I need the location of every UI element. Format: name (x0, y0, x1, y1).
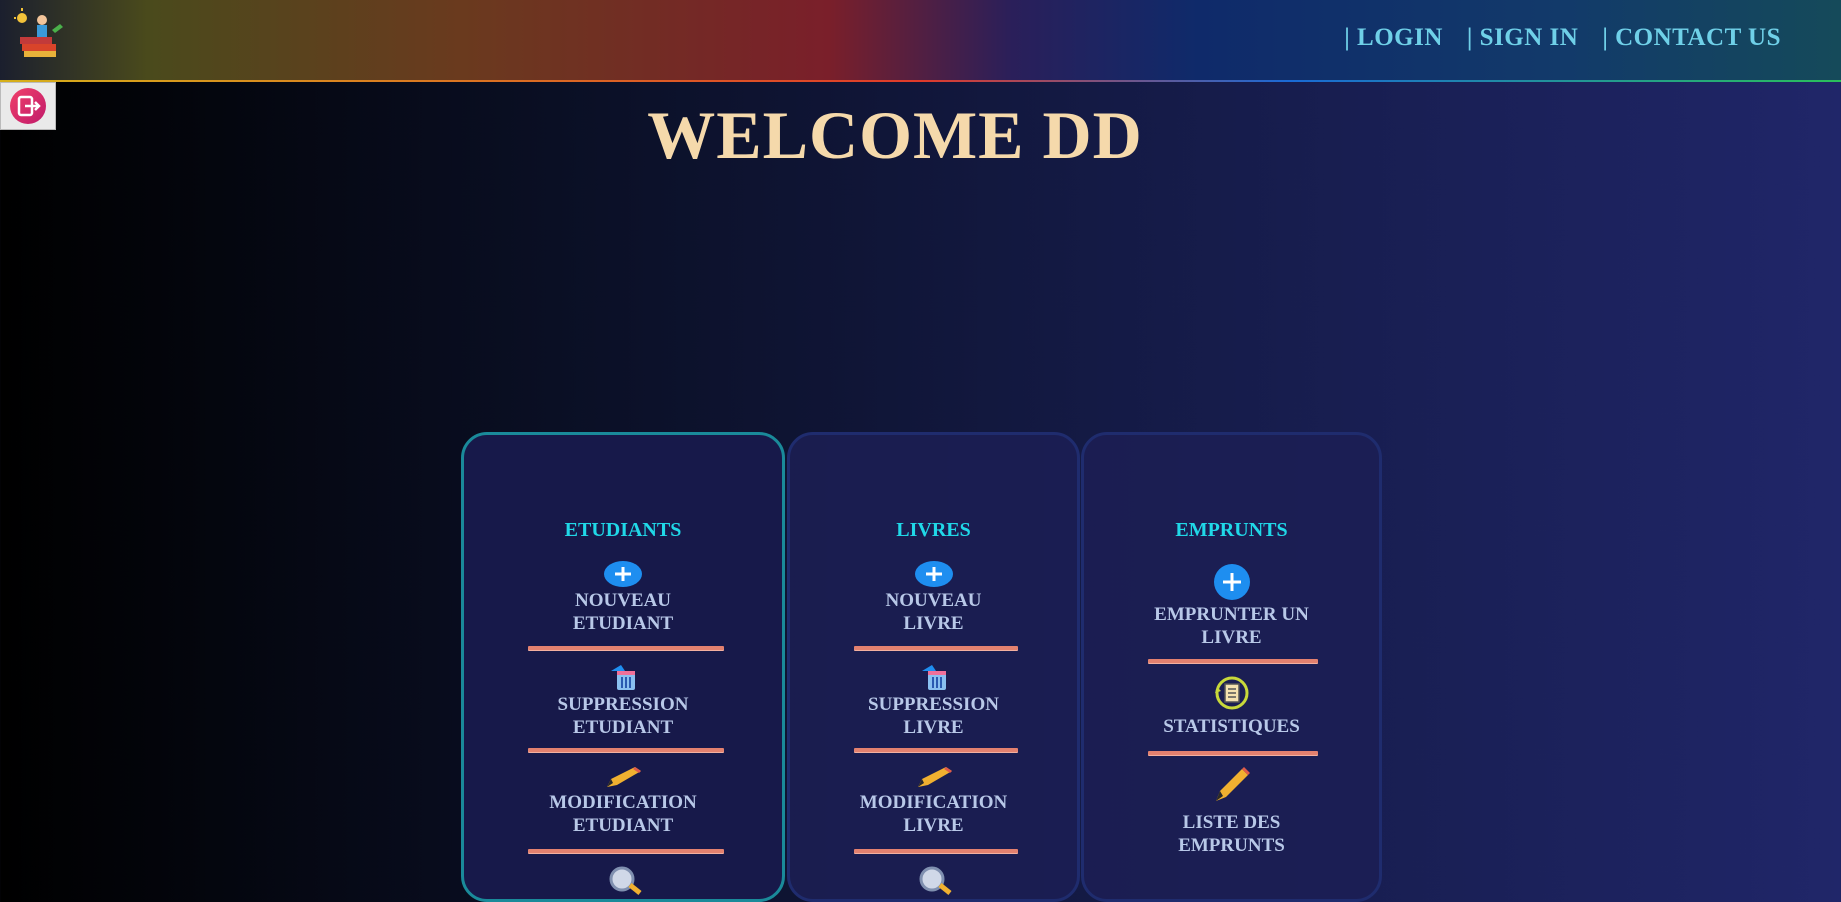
library-logo-icon[interactable] (12, 6, 68, 62)
search-icon[interactable] (918, 865, 954, 895)
edit-book-item[interactable]: MODIFICATION LIVRE (790, 765, 1077, 837)
nav-contact-us-link[interactable]: | CONTACT US (1602, 24, 1781, 52)
search-icon[interactable] (608, 865, 644, 895)
pencil-icon (917, 767, 952, 787)
item-label: SUPPRESSION ETUDIANT (557, 694, 689, 738)
card-title: ETUDIANTS (564, 519, 682, 541)
welcome-heading: WELCOME DD (647, 97, 1143, 173)
new-student-item[interactable]: NOUVEAU ETUDIANT (464, 561, 782, 635)
nav-login-link[interactable]: | LOGIN (1344, 24, 1443, 52)
plus-circle-icon (914, 561, 953, 587)
top-navbar: | LOGIN | SIGN IN | CONTACT US (0, 0, 1841, 82)
nav-sign-in-link[interactable]: | SIGN IN (1467, 24, 1578, 52)
item-label: SUPPRESSION LIVRE (868, 694, 999, 738)
borrow-book-item[interactable]: EMPRUNTER UN LIVRE (1084, 563, 1379, 649)
delete-student-item[interactable]: SUPPRESSION ETUDIANT (464, 663, 782, 739)
divider (528, 748, 724, 752)
divider (1148, 751, 1318, 755)
statistics-icon (1214, 676, 1248, 710)
card-livres: LIVRES NOUVEAU LIVRE SUPPRESSION LIVRE M… (787, 432, 1080, 902)
item-label: LISTE DES EMPRUNTS (1178, 812, 1285, 856)
edit-student-item[interactable]: MODIFICATION ETUDIANT (464, 765, 782, 837)
pencil-icon (1215, 767, 1250, 801)
card-etudiants: ETUDIANTS NOUVEAU ETUDIANT SUPPRESSION E… (461, 432, 785, 902)
item-label: STATISTIQUES (1163, 716, 1300, 737)
plus-circle-icon (1213, 564, 1250, 600)
item-label: MODIFICATION ETUDIANT (549, 792, 697, 836)
card-title: EMPRUNTS (1175, 519, 1288, 541)
card-title: LIVRES (896, 519, 971, 541)
delete-book-item[interactable]: SUPPRESSION LIVRE (790, 663, 1077, 739)
pencil-icon (607, 767, 641, 787)
plus-circle-icon (604, 561, 642, 587)
main-nav: | LOGIN | SIGN IN | CONTACT US (1344, 24, 1781, 52)
item-label: NOUVEAU ETUDIANT (572, 590, 674, 634)
item-label: NOUVEAU LIVRE (885, 590, 982, 634)
item-label: MODIFICATION LIVRE (859, 792, 1008, 836)
divider (854, 646, 1018, 650)
card-emprunts: EMPRUNTS EMPRUNTER UN LIVRE STATISTIQUES… (1081, 432, 1382, 902)
divider (854, 849, 1018, 853)
divider (528, 646, 724, 650)
new-book-item[interactable]: NOUVEAU LIVRE (790, 561, 1077, 635)
trash-icon (611, 665, 635, 690)
item-label: EMPRUNTER UN LIVRE (1154, 604, 1309, 648)
statistics-item[interactable]: STATISTIQUES (1084, 675, 1379, 738)
divider (1148, 659, 1318, 663)
divider (528, 849, 724, 853)
trash-icon (921, 665, 946, 690)
loan-list-item[interactable]: LISTE DES EMPRUNTS (1084, 765, 1379, 857)
divider (854, 748, 1018, 752)
